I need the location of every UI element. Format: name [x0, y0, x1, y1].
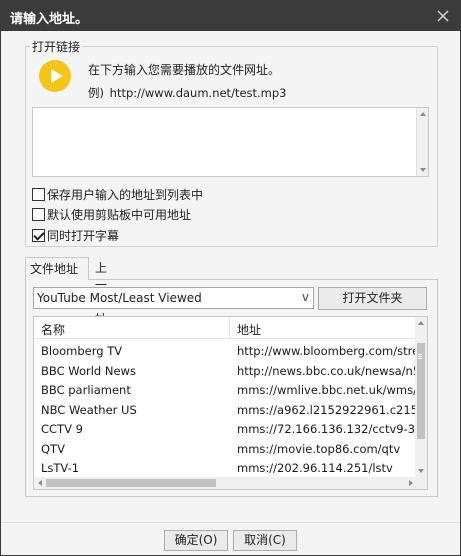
- scroll-up-arrow-icon[interactable]: [420, 112, 426, 116]
- dialog-title: 请输入地址。: [10, 12, 89, 27]
- row-name: CCTV 9: [41, 422, 83, 436]
- address-list: 名称 地址 Bloomberg TV http://www.bloomberg.…: [33, 316, 428, 490]
- play-icon: [39, 60, 71, 92]
- row-address: http://www.bloomberg.com/stre...: [237, 344, 415, 358]
- url-input[interactable]: [33, 108, 416, 176]
- row-name: LsTV-1: [41, 461, 80, 475]
- url-example: 例) http://www.daum.net/test.mp3: [88, 85, 287, 101]
- chevron-down-icon: v: [301, 290, 309, 304]
- open-subtitles-label: 同时打开字幕: [47, 228, 120, 243]
- example-url: http://www.daum.net/test.mp3: [109, 86, 287, 100]
- option-use-clipboard[interactable]: 默认使用剪贴板中可用地址: [32, 206, 191, 222]
- option-save-to-list[interactable]: 保存用户输入的地址到列表中: [32, 186, 203, 202]
- save-to-list-checkbox[interactable]: [32, 187, 45, 201]
- column-divider[interactable]: [229, 317, 230, 339]
- row-name: Bloomberg TV: [41, 344, 123, 358]
- close-icon: [437, 10, 449, 22]
- list-row[interactable]: QTV mms://movie.top86.com/qtv: [34, 440, 417, 460]
- scroll-right-arrow-icon[interactable]: [409, 480, 413, 486]
- row-address: mms://a962.l2152922961.c21529...: [237, 402, 415, 417]
- use-clipboard-label: 默认使用剪贴板中可用地址: [47, 207, 192, 222]
- option-open-subtitles[interactable]: 同时打开字幕: [32, 227, 119, 243]
- list-horizontal-scrollbar[interactable]: [34, 477, 417, 489]
- open-link-group: 打开链接 在下方输入您需要播放的文件网址。 例) http://www.daum…: [25, 38, 438, 247]
- row-name: BBC World News: [41, 363, 136, 378]
- url-hint-text: 在下方输入您需要播放的文件网址。: [88, 63, 281, 77]
- list-row[interactable]: BBC World News http://news.bbc.co.uk/new…: [34, 362, 417, 382]
- open-subtitles-checkbox[interactable]: [32, 228, 45, 242]
- playlist-select-value: YouTube Most/Least Viewed: [37, 291, 202, 305]
- example-prefix: 例): [88, 86, 104, 100]
- list-row[interactable]: NBC Weather US mms://a962.l2152922961.c2…: [34, 401, 417, 421]
- row-address: mms://72.166.136.132/cctv9-300: [237, 422, 415, 436]
- open-link-group-label: 打开链接: [30, 38, 83, 55]
- cancel-button[interactable]: 取消(C): [233, 530, 297, 551]
- tab-file-address[interactable]: 文件地址: [25, 257, 89, 280]
- row-name: BBC parliament: [41, 383, 131, 397]
- url-input-scrollbar[interactable]: [416, 108, 428, 176]
- use-clipboard-checkbox[interactable]: [32, 207, 45, 221]
- scrollbar-corner: [415, 477, 427, 489]
- title-bar[interactable]: 请输入地址。: [1, 1, 460, 31]
- save-to-list-label: 保存用户输入的地址到列表中: [47, 187, 204, 202]
- list-row[interactable]: Bloomberg TV http://www.bloomberg.com/st…: [34, 342, 417, 362]
- url-input-box: [32, 107, 429, 177]
- row-name: NBC Weather US: [41, 402, 137, 417]
- row-name: QTV: [41, 441, 65, 456]
- row-address: mms://movie.top86.com/qtv: [237, 441, 401, 456]
- list-vertical-scrollbar[interactable]: [415, 317, 427, 477]
- list-row[interactable]: LsTV-1 mms://202.96.114.251/lstv: [34, 459, 417, 479]
- column-header-name[interactable]: 名称: [41, 321, 65, 338]
- vertical-scroll-thumb[interactable]: [417, 343, 425, 439]
- scroll-grip-icon: [418, 354, 422, 355]
- open-folder-button[interactable]: 打开文件夹: [318, 287, 427, 310]
- list-row[interactable]: BBC parliament mms://wmlive.bbc.net.uk/w…: [34, 381, 417, 401]
- list-header: 名称 地址: [34, 317, 417, 339]
- ok-button[interactable]: 确定(O): [164, 530, 228, 551]
- open-url-dialog: 请输入地址。 打开链接 在下方输入您需要播放的文件网址。 例) http://w…: [0, 0, 461, 556]
- list-row[interactable]: CCTV 9 mms://72.166.136.132/cctv9-300: [34, 420, 417, 440]
- file-address-panel: YouTube Most/Least Viewed v 打开文件夹 名称 地址 …: [25, 279, 438, 497]
- row-address: mms://202.96.114.251/lstv: [237, 461, 393, 475]
- scroll-up-arrow-icon[interactable]: [418, 321, 424, 325]
- column-header-address[interactable]: 地址: [237, 321, 261, 338]
- tab-previous-address[interactable]: 上一地址: [91, 257, 111, 326]
- playlist-select[interactable]: YouTube Most/Least Viewed v: [33, 287, 314, 309]
- list-rows: Bloomberg TV http://www.bloomberg.com/st…: [34, 342, 417, 479]
- row-address: http://news.bbc.co.uk/newsa/n5...: [237, 363, 415, 378]
- scroll-down-arrow-icon[interactable]: [420, 168, 426, 172]
- scroll-left-arrow-icon[interactable]: [38, 480, 42, 486]
- row-address: mms://wmlive.bbc.net.uk/wms/...: [237, 383, 415, 397]
- scroll-down-arrow-icon[interactable]: [418, 469, 424, 473]
- close-button[interactable]: [432, 5, 454, 27]
- horizontal-scroll-thumb[interactable]: [46, 479, 216, 487]
- footer-divider: [1, 522, 460, 523]
